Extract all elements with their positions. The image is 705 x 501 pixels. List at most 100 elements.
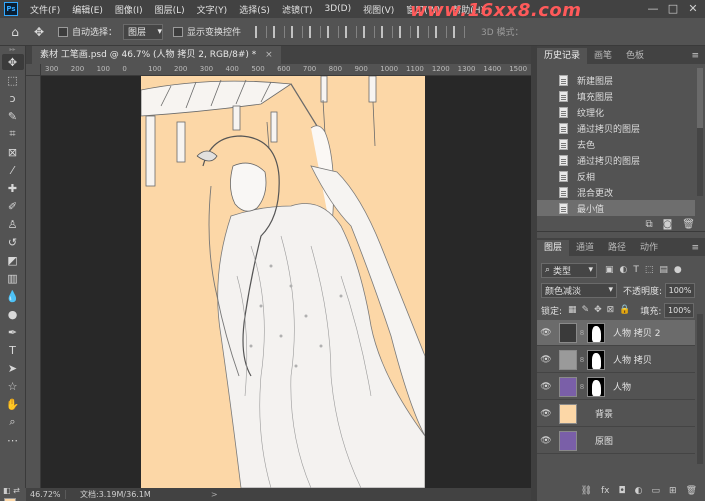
align-hcenter-icon[interactable] <box>273 25 286 38</box>
move-tool-preset-icon[interactable]: ✥ <box>30 23 48 41</box>
menu-file[interactable]: 文件(F) <box>24 3 66 16</box>
link-icon[interactable]: 8 <box>579 329 585 337</box>
layers-scrollbar[interactable] <box>697 314 703 464</box>
history-item[interactable]: 混合更改 <box>537 184 695 200</box>
layer-kind-filter[interactable]: ⌕ 类型 ▾ <box>541 262 597 278</box>
minimize-icon[interactable]: — <box>646 2 660 16</box>
lock-transparency-icon[interactable]: ▦ <box>568 305 577 315</box>
auto-select-checkbox[interactable] <box>58 26 68 37</box>
tab-paths[interactable]: 路径 <box>601 240 633 256</box>
crop-tool-icon[interactable]: ⌗ <box>2 126 24 142</box>
pixel-filter-icon[interactable]: ▣ <box>605 265 614 275</box>
more-tools-icon[interactable]: ⋯ <box>2 432 24 448</box>
history-item[interactable]: 新建图层 <box>537 72 695 88</box>
show-transform-checkbox[interactable] <box>173 26 184 37</box>
history-item[interactable]: 纹理化 <box>537 104 695 120</box>
layer-style-icon[interactable]: fx <box>601 486 610 496</box>
document-tab[interactable]: 素材 工笔画.psd @ 46.7% (人物 拷贝 2, RGB/8#) * × <box>32 46 281 64</box>
distribute-right-icon[interactable] <box>399 25 412 38</box>
layer-row[interactable]: 👁 原图 <box>537 428 695 454</box>
history-item[interactable]: 反相 <box>537 168 695 184</box>
home-icon[interactable]: ⌂ <box>6 23 24 41</box>
link-layers-icon[interactable]: ⛓ <box>581 486 592 496</box>
menu-layer[interactable]: 图层(L) <box>149 3 191 16</box>
toolbar-grip-icon[interactable]: ▸▸ <box>2 46 24 53</box>
lock-position-icon[interactable]: ✥ <box>594 305 602 315</box>
layer-mask-thumbnail[interactable] <box>587 322 605 343</box>
tab-actions[interactable]: 动作 <box>633 240 665 256</box>
lock-pixels-icon[interactable]: ✎ <box>582 305 590 315</box>
layers-menu-icon[interactable]: ≡ <box>691 240 699 256</box>
lasso-tool-icon[interactable]: ↄ <box>2 90 24 106</box>
layer-row[interactable]: 👁 背景 <box>537 401 695 427</box>
menu-3d[interactable]: 3D(D) <box>318 4 357 14</box>
history-item[interactable]: 通过拷贝的图层 <box>537 152 695 168</box>
type-tool-icon[interactable]: T <box>2 342 24 358</box>
eraser-tool-icon[interactable]: ◩ <box>2 252 24 268</box>
tab-swatches[interactable]: 色板 <box>619 48 651 64</box>
tab-history[interactable]: 历史记录 <box>537 48 588 64</box>
eyedropper-tool-icon[interactable]: ⁄ <box>2 162 24 178</box>
horizontal-ruler[interactable]: 300 200 100 0 100 200 300 400 500 600 700 800 900 100… <box>41 64 531 76</box>
eye-icon[interactable]: 👁 <box>537 355 555 365</box>
close-window-icon[interactable]: ✕ <box>686 2 700 16</box>
align-bottom-icon[interactable] <box>345 25 358 38</box>
align-right-icon[interactable] <box>291 25 304 38</box>
layer-row[interactable]: 👁 8 人物 <box>537 374 695 400</box>
delete-layer-icon[interactable]: 🗑 <box>686 486 697 496</box>
layer-mask-thumbnail[interactable] <box>587 349 605 370</box>
status-menu-arrow[interactable]: > <box>211 490 218 499</box>
history-item-active[interactable]: 最小值 <box>537 200 695 216</box>
tab-channels[interactable]: 通道 <box>569 240 601 256</box>
history-scroll-thumb[interactable] <box>697 68 703 128</box>
quick-select-tool-icon[interactable]: ✎ <box>2 108 24 124</box>
type-filter-icon[interactable]: T <box>633 265 639 275</box>
distribute-top-icon[interactable] <box>417 25 430 38</box>
frame-tool-icon[interactable]: ⊠ <box>2 144 24 160</box>
dodge-tool-icon[interactable]: ● <box>2 306 24 322</box>
history-item[interactable]: 通过拷贝的图层 <box>537 120 695 136</box>
eye-icon[interactable]: 👁 <box>537 328 555 338</box>
ruler-origin[interactable] <box>26 64 41 76</box>
opacity-field[interactable]: 100% <box>665 282 696 298</box>
new-group-icon[interactable]: ▭ <box>652 486 661 496</box>
eye-icon[interactable]: 👁 <box>537 382 555 392</box>
history-item[interactable]: 去色 <box>537 136 695 152</box>
zoom-tool-icon[interactable]: ⌕ <box>2 414 24 430</box>
zoom-level[interactable]: 46.72% <box>26 490 66 499</box>
history-scrollbar[interactable] <box>697 68 703 196</box>
hand-tool-icon[interactable]: ✋ <box>2 396 24 412</box>
move-tool-icon[interactable]: ✥ <box>1 54 24 70</box>
adjustment-layer-icon[interactable]: ◐ <box>635 486 643 496</box>
blend-mode-dropdown[interactable]: 颜色减淡 ▾ <box>541 282 617 298</box>
eye-icon[interactable]: 👁 <box>537 409 555 419</box>
align-top-icon[interactable] <box>309 25 322 38</box>
distribute-bottom-icon[interactable] <box>453 25 466 38</box>
document-canvas[interactable] <box>141 76 425 488</box>
align-left-icon[interactable] <box>255 25 268 38</box>
tab-brushes[interactable]: 画笔 <box>587 48 619 64</box>
smart-object-filter-icon[interactable]: ▤ <box>659 265 668 275</box>
maximize-icon[interactable]: □ <box>666 2 680 16</box>
panel-menu-icon[interactable]: ≡ <box>691 48 699 64</box>
history-brush-tool-icon[interactable]: ↺ <box>2 234 24 250</box>
menu-image[interactable]: 图像(I) <box>109 3 149 16</box>
lock-artboard-icon[interactable]: ⊠ <box>607 305 615 315</box>
marquee-tool-icon[interactable]: ⬚ <box>2 72 24 88</box>
distribute-middle-icon[interactable] <box>435 25 448 38</box>
shape-filter-icon[interactable]: ⬚ <box>645 265 654 275</box>
new-document-from-state-icon[interactable]: ⧉ <box>645 219 652 230</box>
close-tab-icon[interactable]: × <box>265 50 273 60</box>
adjustment-filter-icon[interactable]: ◐ <box>620 265 628 275</box>
canvas-pasteboard[interactable] <box>41 76 531 488</box>
filter-toggle-icon[interactable]: ● <box>674 265 682 275</box>
layer-row[interactable]: 👁 8 人物 拷贝 <box>537 347 695 373</box>
menu-type[interactable]: 文字(Y) <box>191 3 234 16</box>
eye-icon[interactable]: 👁 <box>537 436 555 446</box>
link-icon[interactable]: 8 <box>579 383 585 391</box>
align-vcenter-icon[interactable] <box>327 25 340 38</box>
layer-mask-thumbnail[interactable] <box>587 376 605 397</box>
tab-layers[interactable]: 图层 <box>537 240 570 256</box>
distribute-center-icon[interactable] <box>381 25 394 38</box>
link-icon[interactable]: 8 <box>579 356 585 364</box>
